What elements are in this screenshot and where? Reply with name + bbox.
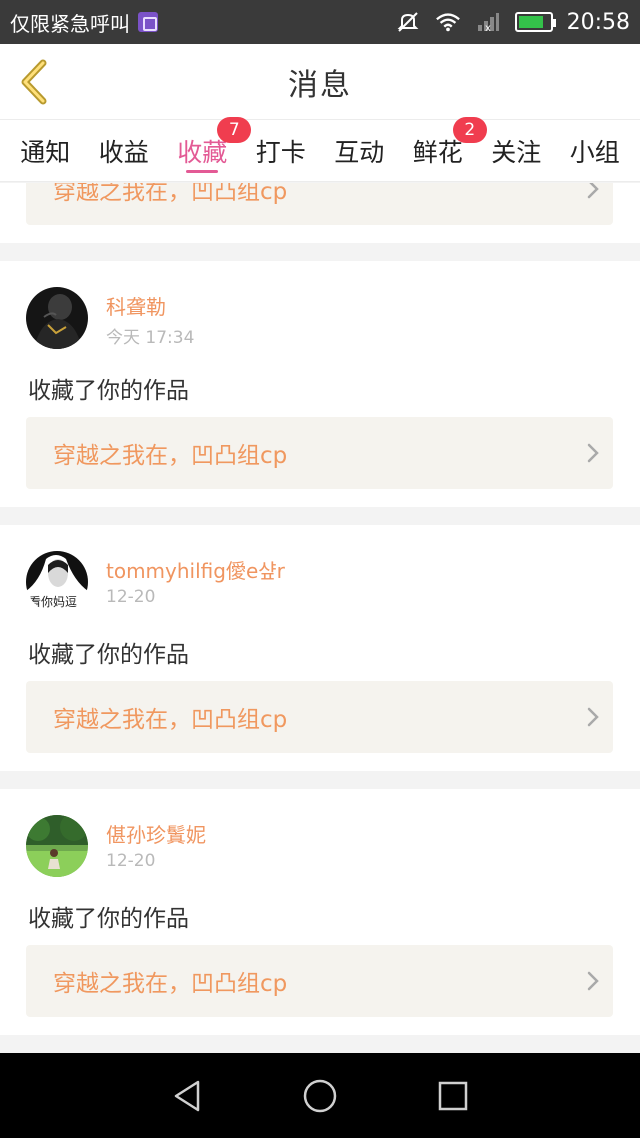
work-title: 穿越之我在，凹凸组cp: [53, 971, 288, 997]
action-text: 收藏了你的作品: [28, 906, 189, 932]
work-link-card[interactable]: 穿越之我在，凹凸组cp: [26, 417, 613, 489]
work-link-card[interactable]: 穿越之我在，凹凸组cp: [26, 681, 613, 753]
chevron-right-icon: [573, 183, 613, 225]
tab-checkin[interactable]: 打卡: [254, 123, 308, 179]
timestamp: 12-20: [106, 851, 156, 871]
tab-interactions[interactable]: 互动: [332, 123, 386, 179]
tab-label: 打卡: [255, 137, 306, 167]
timestamp: 12-20: [106, 587, 156, 607]
action-text: 收藏了你的作品: [28, 378, 189, 404]
badge-count: 7: [217, 116, 252, 143]
user-name[interactable]: 科聋勒: [106, 291, 166, 320]
active-tab-indicator: [186, 169, 219, 173]
page-title: 消息: [288, 67, 352, 103]
status-bar: 仅限紧急呼叫 x 20:58: [0, 0, 640, 44]
svg-text:x: x: [485, 23, 491, 33]
message-feed[interactable]: 穿越之我在，凹凸组cp 科聋勒 今天 17:34 收藏了你的作品 穿越之我在，凹…: [0, 183, 640, 1053]
nav-home-button[interactable]: [290, 1066, 350, 1126]
recents-square-icon: [439, 1081, 468, 1110]
chevron-right-icon: [573, 945, 613, 1017]
partial-card: 穿越之我在，凹凸组cp: [0, 183, 640, 243]
badge-count: 2: [452, 116, 487, 143]
list-item: 偡孙珍鬒妮 12-20 收藏了你的作品 穿越之我在，凹凸组cp: [0, 789, 640, 1035]
divider: [0, 243, 640, 261]
wifi-icon: [435, 10, 461, 34]
system-nav-bar: [0, 1053, 640, 1138]
chevron-right-icon: [573, 417, 613, 489]
user-name[interactable]: tommyhilfig僾e샾r: [106, 555, 285, 584]
status-right: x 20:58: [395, 10, 640, 35]
gallery-icon: [138, 12, 158, 32]
tab-favorites[interactable]: 收藏 7: [175, 116, 252, 179]
user-name[interactable]: 偡孙珍鬒妮: [106, 819, 206, 848]
work-link-card[interactable]: 穿越之我在，凹凸组cp: [26, 945, 613, 1017]
avatar[interactable]: [26, 815, 88, 877]
tab-notifications[interactable]: 通知: [18, 123, 72, 179]
avatar[interactable]: [26, 287, 88, 349]
chevron-right-icon: [573, 681, 613, 753]
status-left: 仅限紧急呼叫: [0, 8, 158, 37]
mute-icon: [395, 10, 421, 34]
app-header: 消息: [0, 44, 640, 120]
work-link-card[interactable]: 穿越之我在，凹凸组cp: [26, 183, 613, 225]
tab-label: 互动: [334, 137, 385, 167]
tab-label: 通知: [20, 137, 71, 167]
list-item: 看你妈逗 tommyhilfig僾e샾r 12-20 收藏了你的作品 穿越之我在…: [0, 525, 640, 771]
chevron-left-icon: [21, 59, 47, 105]
tab-label: 收益: [98, 137, 149, 167]
nav-back-button[interactable]: [157, 1066, 217, 1126]
work-title: 穿越之我在，凹凸组cp: [53, 707, 288, 733]
divider: [0, 507, 640, 525]
signal-icon: x: [475, 10, 501, 34]
nav-recents-button[interactable]: [423, 1066, 483, 1126]
battery-charging-icon: [514, 12, 556, 32]
tab-label: 关注: [491, 137, 542, 167]
tab-groups[interactable]: 小组: [568, 123, 622, 179]
divider: [0, 771, 640, 789]
divider: [0, 1035, 640, 1053]
home-circle-icon: [303, 1079, 337, 1112]
tab-follow[interactable]: 关注: [489, 123, 543, 179]
list-item: 科聋勒 今天 17:34 收藏了你的作品 穿越之我在，凹凸组cp: [0, 261, 640, 507]
avatar[interactable]: 看你妈逗: [26, 551, 88, 613]
action-text: 收藏了你的作品: [28, 642, 189, 668]
tab-label: 小组: [569, 137, 620, 167]
tab-earnings[interactable]: 收益: [97, 123, 151, 179]
avatar-caption: 看你妈逗: [29, 595, 77, 609]
tab-bar: 通知 收益 收藏 7 打卡 互动 鲜花 2 关注 小组: [0, 116, 640, 182]
timestamp: 今天 17:34: [106, 328, 195, 348]
work-title: 穿越之我在，凹凸组cp: [53, 183, 288, 205]
carrier-text: 仅限紧急呼叫: [10, 11, 130, 36]
work-title: 穿越之我在，凹凸组cp: [53, 443, 288, 469]
clock: 20:58: [566, 9, 630, 35]
tab-flowers[interactable]: 鲜花 2: [411, 116, 487, 179]
back-triangle-icon: [174, 1080, 199, 1111]
back-button[interactable]: [14, 58, 54, 106]
